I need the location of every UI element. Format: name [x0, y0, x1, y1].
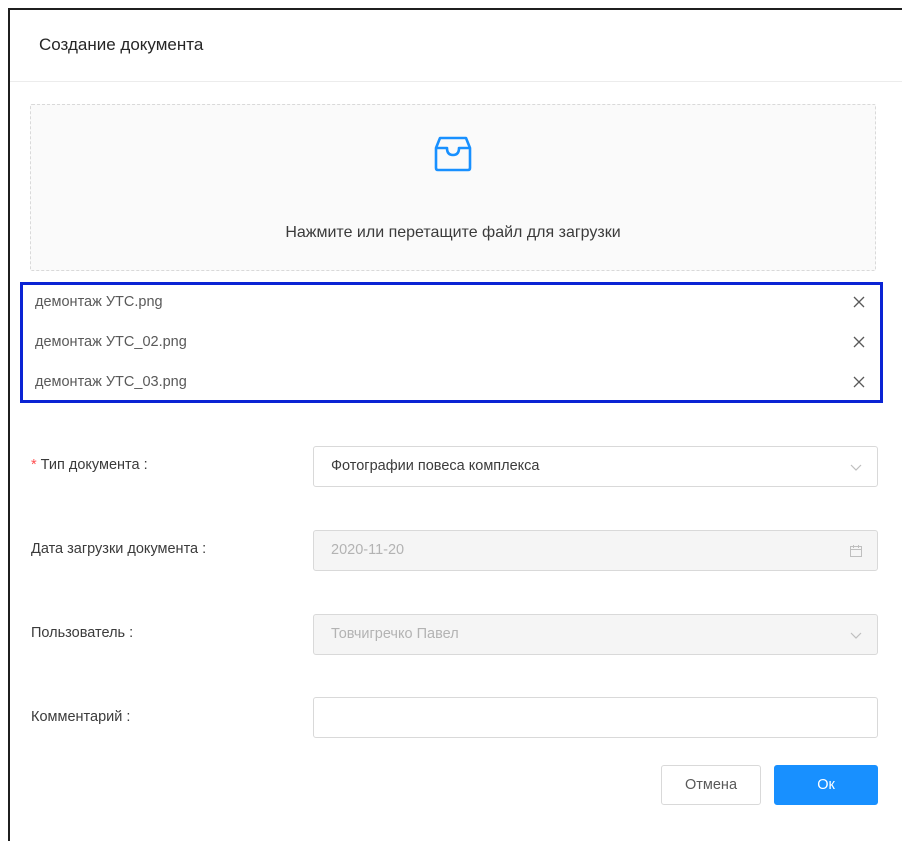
chevron-down-icon	[850, 632, 862, 639]
upload-dropzone[interactable]: Нажмите или перетащите файл для загрузки	[30, 104, 876, 271]
required-mark: *	[31, 457, 37, 473]
inbox-icon	[434, 136, 472, 172]
file-item: демонтаж УТС.png	[23, 285, 880, 325]
upload-hint: Нажмите или перетащите файл для загрузки	[285, 224, 621, 241]
close-icon	[853, 296, 865, 308]
remove-file-button[interactable]	[848, 331, 870, 353]
close-icon	[853, 336, 865, 348]
comment-label: Комментарий :	[31, 709, 131, 725]
file-name: демонтаж УТС_03.png	[35, 374, 187, 390]
file-item: демонтаж УТС_02.png	[23, 325, 880, 365]
comment-input[interactable]	[313, 697, 878, 738]
doc-type-label-text: Тип документа	[40, 457, 140, 473]
file-name: демонтаж УТС_02.png	[35, 334, 187, 350]
remove-file-button[interactable]	[848, 291, 870, 313]
doc-type-value: Фотографии повеса комплекса	[331, 458, 540, 474]
dialog-header: Создание документа	[10, 10, 902, 82]
doc-type-select[interactable]: Фотографии повеса комплекса	[313, 446, 878, 487]
user-select[interactable]: Товчигречко Павел	[313, 614, 878, 655]
dialog-title: Создание документа	[39, 35, 204, 54]
upload-date-label-text: Дата загрузки документа	[31, 541, 199, 557]
chevron-down-icon	[850, 464, 862, 471]
remove-file-button[interactable]	[848, 371, 870, 393]
upload-date-label: Дата загрузки документа :	[31, 541, 207, 557]
user-label-text: Пользователь	[31, 625, 126, 641]
user-value: Товчигречко Павел	[331, 626, 459, 642]
file-name: демонтаж УТС.png	[35, 294, 163, 310]
cancel-button[interactable]: Отмена	[661, 765, 761, 805]
upload-date-value: 2020-11-20	[331, 542, 405, 558]
close-icon	[853, 376, 865, 388]
uploaded-file-list: демонтаж УТС.png демонтаж УТС_02.png дем…	[20, 282, 883, 403]
user-label: Пользователь :	[31, 625, 134, 641]
ok-button[interactable]: Ок	[774, 765, 878, 805]
calendar-icon	[850, 545, 862, 557]
comment-label-text: Комментарий	[31, 709, 123, 725]
doc-type-label: * Тип документа :	[31, 457, 148, 473]
upload-date-picker[interactable]: 2020-11-20	[313, 530, 878, 571]
file-item: демонтаж УТС_03.png	[23, 365, 880, 405]
